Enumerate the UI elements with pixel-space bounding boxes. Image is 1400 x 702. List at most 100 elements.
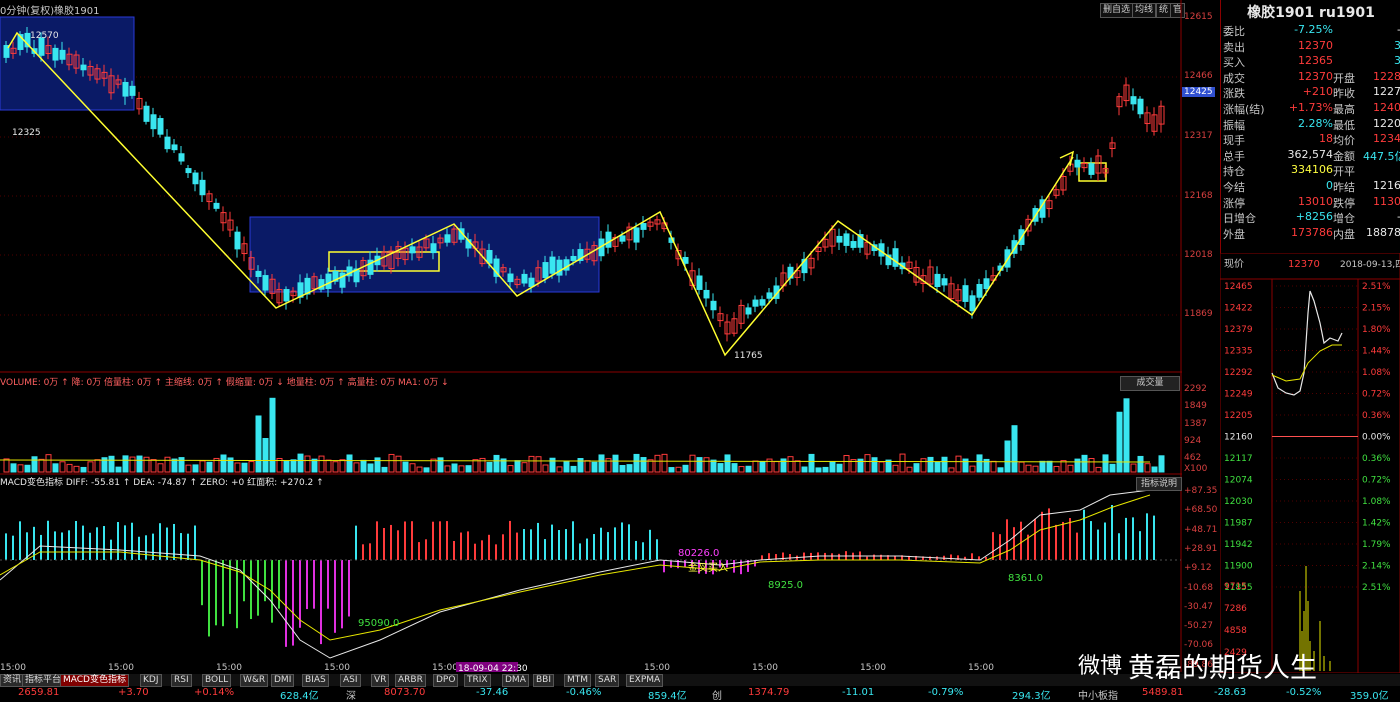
volume-bar — [710, 459, 717, 473]
volume-bar — [45, 454, 52, 473]
volume-bar — [661, 453, 668, 473]
volume-bar — [444, 465, 451, 473]
tab-macd[interactable]: MACD变色指标 — [60, 674, 129, 687]
candle-body — [122, 81, 129, 97]
candle-body — [1074, 159, 1081, 168]
volume-bar — [682, 464, 689, 473]
volume-bar — [1158, 455, 1165, 473]
vol-axis-label: 1849 — [1184, 401, 1207, 411]
volume-bar — [241, 462, 248, 473]
mini-pct-label: 2.51% — [1362, 583, 1391, 593]
volume-bar — [878, 461, 885, 473]
tab-dma[interactable]: DMA — [502, 674, 529, 687]
volume-bar — [1046, 460, 1053, 473]
tab-kdj[interactable]: KDJ — [140, 674, 162, 687]
volume-bar — [3, 458, 10, 473]
axis-label: 12615 — [1184, 12, 1213, 22]
tab-dpo[interactable]: DPO — [433, 674, 459, 687]
volume-bar — [1074, 458, 1081, 473]
intraday-chart[interactable]: 现价 12370 2018-09-13,四 12465 2.51% 12422 2.1… — [1220, 253, 1400, 673]
tab-info[interactable]: 资讯 — [0, 674, 25, 687]
volume-bar — [486, 461, 493, 473]
tab-vr[interactable]: VR — [371, 674, 390, 687]
volume-bar — [1095, 466, 1102, 473]
macd-annotation: 8925.0 — [768, 580, 803, 591]
tab-asi[interactable]: ASI — [340, 674, 361, 687]
volume-bar — [759, 461, 766, 473]
macd-axis-label: +48.71 — [1184, 524, 1218, 535]
low-label: 11765 — [734, 351, 763, 361]
volume-bar — [1032, 465, 1039, 473]
volume-bar — [948, 467, 955, 473]
tab-bbi[interactable]: BBI — [533, 674, 555, 687]
volume-bar — [801, 466, 808, 473]
candle-body — [409, 246, 416, 254]
volume-bar — [787, 456, 794, 473]
volume-bar — [969, 465, 976, 473]
trend-line — [7, 31, 1074, 357]
volume-bar — [990, 460, 997, 473]
candle-body — [969, 295, 976, 312]
volume-bar — [654, 454, 661, 473]
candle-body — [192, 172, 199, 185]
status-value: -28.63 — [1214, 687, 1247, 698]
index-status-bar: 2659.81 +3.70 +0.14% 628.4亿深 8073.70 -37.46 -0… — [0, 687, 1400, 702]
candle-body — [150, 114, 157, 130]
candle-body — [213, 202, 220, 209]
mini-header-price: 12370 — [1288, 259, 1320, 270]
candle-body — [171, 144, 178, 151]
quote-panel: 橡胶1901 ru1901 委比-7.25%-卖出123703买入123653成… — [1220, 0, 1400, 253]
volume-bar — [472, 459, 479, 473]
volume-bar — [493, 454, 500, 473]
volume-bar — [507, 465, 514, 473]
mini-price-label: 12422 — [1224, 304, 1253, 314]
tab-rsi[interactable]: RSI — [171, 674, 192, 687]
time-label: 15:00 — [324, 663, 350, 672]
volume-bar — [955, 455, 962, 473]
indicator-help-button[interactable]: 指标说明 — [1136, 477, 1182, 491]
tab-trix[interactable]: TRIX — [464, 674, 491, 687]
tab-sar[interactable]: SAR — [595, 674, 620, 687]
macd-signal: 金叉买入 — [688, 561, 728, 574]
tab-[interactable]: 指标平台 — [22, 674, 65, 687]
status-value: 5489.81 — [1142, 687, 1184, 698]
candle-body — [605, 231, 612, 248]
candle-body — [941, 278, 948, 286]
candle-body — [143, 105, 150, 122]
tab-dmi[interactable]: DMI — [271, 674, 295, 687]
quote-row: 持仓 334106 开平 — [1223, 163, 1355, 179]
candle-body — [766, 292, 773, 299]
tab-expma[interactable]: EXPMA — [626, 674, 664, 687]
tab-mtm[interactable]: MTM — [564, 674, 592, 687]
tab-wr[interactable]: W&R — [240, 674, 269, 687]
tab-boll[interactable]: BOLL — [202, 674, 232, 687]
volume-bar — [633, 453, 640, 473]
volume-bar — [255, 415, 262, 473]
volume-bar — [829, 461, 836, 473]
volume-bar — [913, 463, 920, 473]
candle-body — [633, 227, 640, 243]
candle-body — [850, 241, 857, 248]
diff-line — [0, 489, 1151, 659]
volume-bar — [794, 460, 801, 473]
watermark: 微博 黄磊的期货人生 — [1078, 646, 1398, 684]
volume-bar — [38, 458, 45, 473]
candle-body — [157, 118, 164, 135]
candle-body — [255, 270, 262, 277]
volume-bar — [976, 454, 983, 473]
tab-bias[interactable]: BIAS — [302, 674, 329, 687]
tab-arbr[interactable]: ARBR — [395, 674, 426, 687]
main-chart[interactable]: 12570 12325 11765 95090.0 80226.0 8925.0… — [0, 0, 1182, 672]
volume-bar — [402, 461, 409, 473]
time-label: 15:00 — [968, 663, 994, 672]
candle-body — [234, 231, 241, 250]
volume-bar — [1081, 454, 1088, 473]
mini-price-label: 12379 — [1224, 325, 1253, 335]
mini-pct-label: 2.14% — [1362, 562, 1391, 572]
quote-row: 外盘 173786 内盘 18878 — [1223, 225, 1400, 241]
volume-bar — [185, 464, 192, 473]
volume-bar — [1151, 466, 1158, 473]
volume-button[interactable]: 成交量 — [1120, 376, 1180, 391]
candle-body — [528, 277, 535, 288]
volume-bar — [304, 455, 311, 473]
